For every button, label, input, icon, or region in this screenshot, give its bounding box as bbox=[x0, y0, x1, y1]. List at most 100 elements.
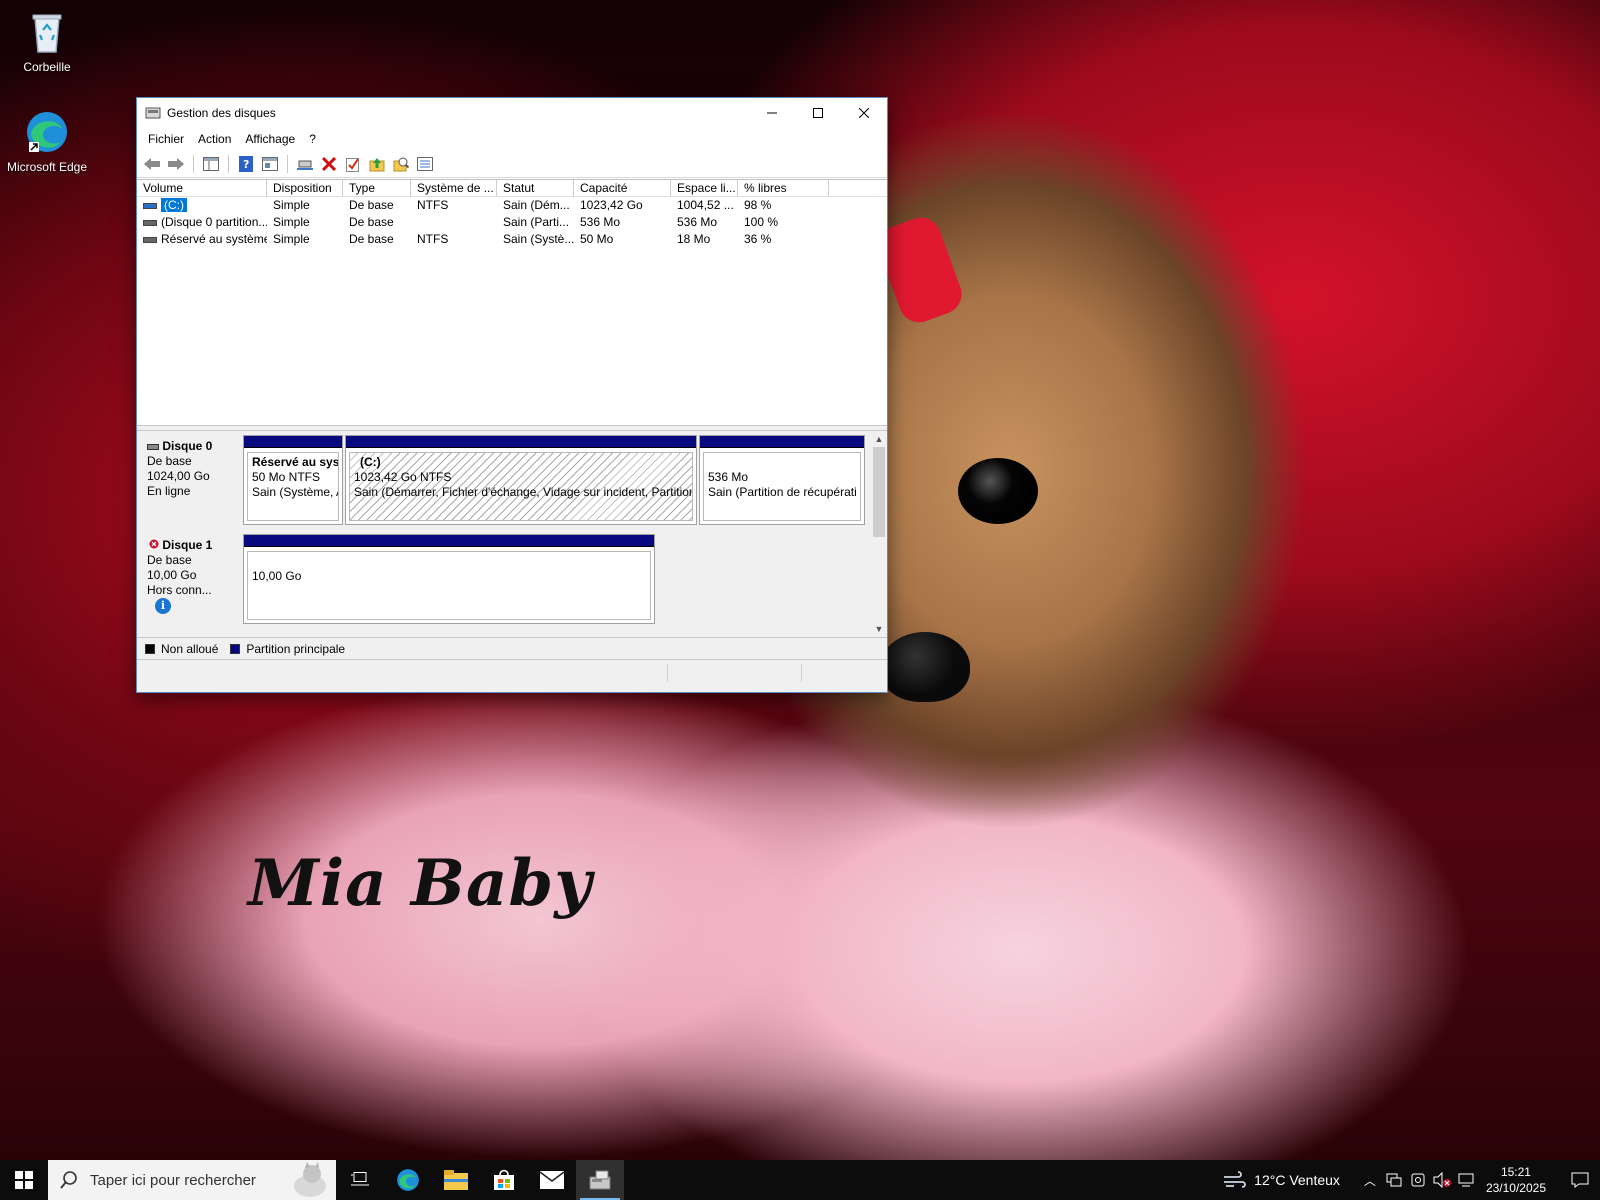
cell-disposition: Simple bbox=[273, 198, 310, 212]
disk-management-window[interactable]: Gestion des disques Fichier Action Affic… bbox=[136, 97, 888, 693]
cell-filesystem: NTFS bbox=[417, 232, 449, 246]
cell-espace-libre: 18 Mo bbox=[677, 232, 711, 246]
disk-graphical-view[interactable]: Disque 0 De base 1024,00 Go En ligne Rés… bbox=[137, 431, 887, 637]
task-view-button[interactable] bbox=[336, 1160, 384, 1200]
disk-type: De base bbox=[147, 454, 192, 468]
cell-disposition: Simple bbox=[273, 215, 310, 229]
network-tray-button[interactable] bbox=[1382, 1160, 1406, 1200]
taskbar-edge[interactable] bbox=[384, 1160, 432, 1200]
disk-label[interactable]: Disque 1 De base 10,00 Go Hors conn... i bbox=[141, 534, 239, 626]
taskbar-store[interactable] bbox=[480, 1160, 528, 1200]
edge-icon bbox=[27, 112, 67, 152]
forward-button[interactable] bbox=[165, 153, 187, 175]
cell-volume: Réservé au système bbox=[137, 231, 267, 248]
network-icon bbox=[1386, 1173, 1402, 1187]
display-tray-button[interactable] bbox=[1454, 1160, 1478, 1200]
list-button[interactable] bbox=[414, 153, 436, 175]
check-button[interactable] bbox=[342, 153, 364, 175]
cell-type: De base bbox=[349, 215, 394, 229]
column-header-espace-libre[interactable]: Espace li... bbox=[671, 180, 738, 196]
taskbar-mail[interactable] bbox=[528, 1160, 576, 1200]
partition-body: 536 Mo Sain (Partition de récupérati bbox=[703, 452, 861, 521]
disk-size: 10,00 Go bbox=[147, 568, 197, 582]
minimize-button[interactable] bbox=[749, 98, 795, 128]
disk-status: Hors conn... bbox=[147, 583, 212, 597]
column-header-type[interactable]: Type bbox=[343, 180, 411, 196]
cell-statut: Sain (Dém... bbox=[503, 198, 570, 212]
disk-type: De base bbox=[147, 553, 192, 567]
toolbar-separator bbox=[287, 154, 288, 173]
menu-action[interactable]: Action bbox=[191, 132, 238, 146]
scroll-thumb[interactable] bbox=[873, 447, 885, 537]
cell-capacite: 1023,42 Go bbox=[580, 198, 643, 212]
cell-capacite: 50 Mo bbox=[580, 232, 614, 246]
desktop-icon-edge[interactable]: Microsoft Edge bbox=[1, 108, 93, 174]
help-button[interactable]: ? bbox=[235, 153, 257, 175]
menu-fichier[interactable]: Fichier bbox=[141, 132, 191, 146]
start-button[interactable] bbox=[0, 1160, 48, 1200]
table-row[interactable]: (C:) Simple De base NTFS Sain (Dém... 10… bbox=[137, 197, 887, 214]
clock[interactable]: 15:21 23/10/2025 bbox=[1486, 1164, 1546, 1196]
wallpaper-dog-nose bbox=[880, 632, 970, 702]
graph-scrollbar[interactable]: ▲ ▼ bbox=[871, 431, 887, 637]
taskbar-disk-management[interactable] bbox=[576, 1160, 624, 1200]
disk-label[interactable]: Disque 0 De base 1024,00 Go En ligne bbox=[141, 435, 239, 527]
delete-button[interactable] bbox=[318, 153, 340, 175]
partition-disk1[interactable]: 10,00 Go bbox=[243, 534, 655, 624]
partition-system-reserved[interactable]: Réservé au syst 50 Mo NTFS Sain (Système… bbox=[243, 435, 343, 525]
column-header-filesystem[interactable]: Système de ... bbox=[411, 180, 497, 196]
scroll-up-icon[interactable]: ▲ bbox=[871, 431, 887, 447]
show-hidden-icons-button[interactable]: ︿ bbox=[1358, 1160, 1382, 1200]
column-header-capacite[interactable]: Capacité bbox=[574, 180, 671, 196]
taskbar-file-explorer[interactable] bbox=[432, 1160, 480, 1200]
column-header-volume[interactable]: Volume bbox=[137, 180, 267, 196]
disk-name: Disque 0 bbox=[162, 439, 213, 453]
search-folder-button[interactable] bbox=[390, 153, 412, 175]
partition-recovery[interactable]: 536 Mo Sain (Partition de récupérati bbox=[699, 435, 865, 525]
scroll-down-icon[interactable]: ▼ bbox=[871, 621, 887, 637]
cell-volume: (Disque 0 partition... bbox=[137, 214, 267, 231]
table-row[interactable]: (Disque 0 partition... Simple De base Sa… bbox=[137, 214, 887, 231]
column-header-disposition[interactable]: Disposition bbox=[267, 180, 343, 196]
minimize-icon bbox=[767, 112, 777, 114]
info-icon[interactable]: i bbox=[155, 598, 171, 614]
close-button[interactable] bbox=[841, 98, 887, 128]
disk-row-0: Disque 0 De base 1024,00 Go En ligne Rés… bbox=[137, 431, 871, 527]
volume-button[interactable] bbox=[1430, 1160, 1454, 1200]
recycle-bin-icon bbox=[32, 14, 62, 53]
back-button[interactable] bbox=[141, 153, 163, 175]
volume-icon bbox=[143, 219, 157, 226]
properties-button[interactable] bbox=[259, 153, 281, 175]
partition-status: Sain (Partition de récupérati bbox=[708, 485, 857, 499]
menu-affichage[interactable]: Affichage bbox=[238, 132, 302, 146]
desktop-icon-recycle-bin[interactable]: Corbeille bbox=[1, 8, 93, 74]
up-folder-button[interactable] bbox=[366, 153, 388, 175]
meet-now-button[interactable] bbox=[1406, 1160, 1430, 1200]
taskbar: Taper ici pour rechercher 12°C Venteux ︿ bbox=[0, 1160, 1600, 1200]
console-tree-button[interactable] bbox=[200, 153, 222, 175]
partition-status: Sain (Système, A bbox=[252, 485, 339, 499]
notification-icon bbox=[1571, 1172, 1589, 1188]
menu-help[interactable]: ? bbox=[302, 132, 323, 146]
back-icon bbox=[144, 157, 160, 170]
title-bar[interactable]: Gestion des disques bbox=[137, 98, 887, 128]
maximize-icon bbox=[813, 108, 823, 118]
connect-button[interactable] bbox=[294, 153, 316, 175]
column-header-statut[interactable]: Statut bbox=[497, 180, 574, 196]
wind-icon bbox=[1224, 1171, 1247, 1188]
console-tree-icon bbox=[203, 156, 219, 171]
volume-list[interactable]: Volume Disposition Type Système de ... S… bbox=[137, 179, 887, 425]
task-view-icon bbox=[351, 1172, 369, 1186]
action-center-button[interactable] bbox=[1560, 1160, 1600, 1200]
cell-disposition: Simple bbox=[273, 232, 310, 246]
weather-widget[interactable]: 12°C Venteux bbox=[1222, 1171, 1340, 1189]
wallpaper-text: Mia Baby bbox=[248, 846, 593, 921]
partition-c[interactable]: (C:) 1023,42 Go NTFS Sain (Démarrer, Fic… bbox=[345, 435, 697, 525]
search-placeholder: Taper ici pour rechercher bbox=[90, 1171, 256, 1189]
help-icon: ? bbox=[239, 155, 253, 172]
column-header-pct-libres[interactable]: % libres bbox=[738, 180, 829, 196]
search-icon bbox=[60, 1171, 77, 1189]
search-input[interactable]: Taper ici pour rechercher bbox=[48, 1160, 336, 1200]
maximize-button[interactable] bbox=[795, 98, 841, 128]
table-row[interactable]: Réservé au système Simple De base NTFS S… bbox=[137, 231, 887, 248]
